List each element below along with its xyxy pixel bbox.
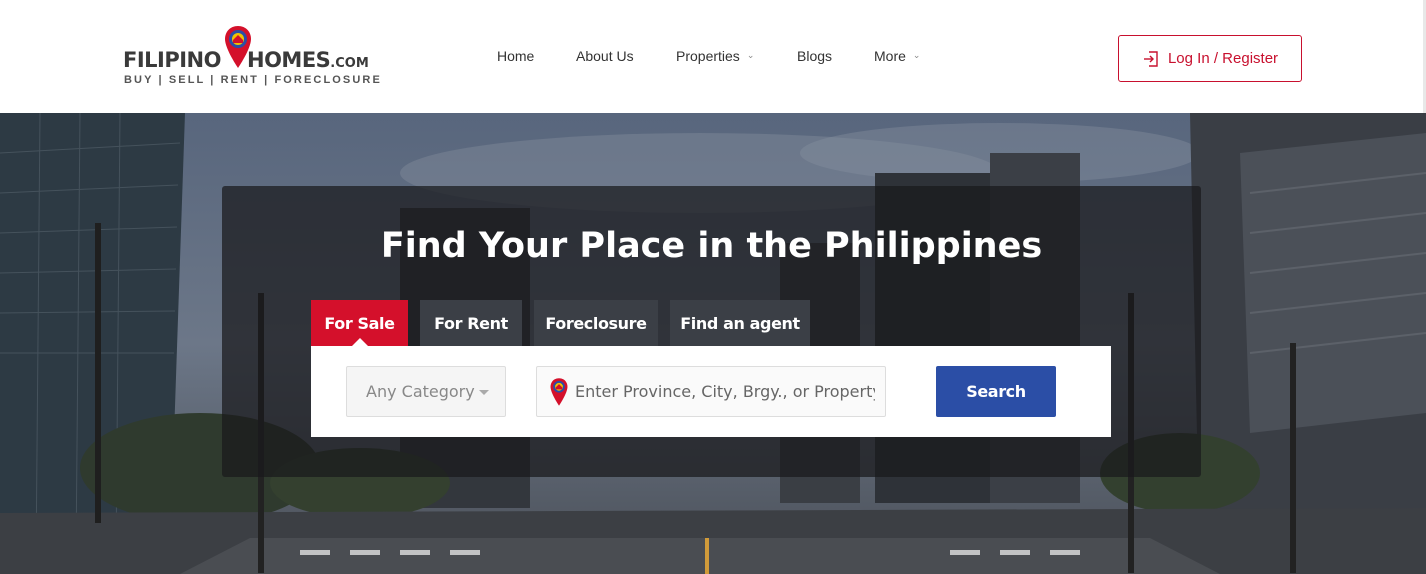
nav-blogs[interactable]: Blogs [797,48,832,64]
site-logo[interactable]: FILIPINO HOMES.COM BUY | SELL | RENT | FO… [123,24,383,88]
nav-more-label: More [874,48,906,64]
location-input[interactable] [575,382,875,401]
location-field[interactable] [536,366,886,417]
login-register-label: Log In / Register [1167,50,1279,67]
nav-about-us[interactable]: About Us [576,48,634,64]
caret-down-icon [479,390,489,395]
category-select[interactable]: Any Category [346,366,506,417]
nav-home[interactable]: Home [497,48,534,64]
nav-properties[interactable]: Properties ⌄ [676,48,754,64]
login-icon [1143,50,1158,67]
nav-home-label: Home [497,48,535,64]
category-select-value: Any Category [366,382,475,401]
map-pin-logo-icon [225,26,251,68]
nav-blogs-label: Blogs [797,48,833,64]
tab-find-an-agent[interactable]: Find an agent [670,300,810,346]
map-pin-icon [550,377,568,406]
chevron-down-icon: ⌄ [746,49,755,60]
nav-properties-label: Properties [676,48,740,64]
login-register-button[interactable]: Log In / Register [1118,35,1302,82]
tab-for-sale[interactable]: For Sale [311,300,408,347]
search-button[interactable]: Search [936,366,1056,417]
chevron-down-icon: ⌄ [912,49,921,60]
site-header: FILIPINO HOMES.COM BUY | SELL | RENT | FO… [0,0,1426,113]
nav-more[interactable]: More ⌄ [874,48,920,64]
tab-for-rent[interactable]: For Rent [420,300,522,346]
search-form: Any Category Search [311,346,1111,437]
tab-foreclosure[interactable]: Foreclosure [534,300,658,346]
logo-tagline: BUY | SELL | RENT | FORECLOSURE [124,74,382,86]
nav-about-us-label: About Us [576,48,634,64]
hero-title: Find Your Place in the Philippines [380,226,1043,266]
